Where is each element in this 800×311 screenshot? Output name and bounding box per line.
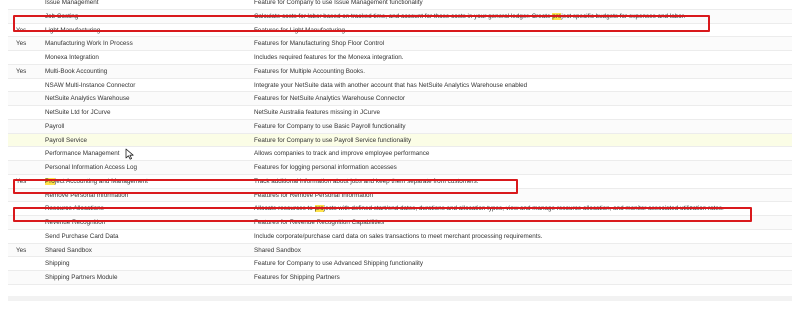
table-row[interactable]: Personal Information Access Log Features…	[8, 161, 792, 175]
feature-description: NetSuite Australia features missing in J…	[254, 109, 380, 116]
feature-description: Calculate costs for labor based on track…	[254, 12, 686, 20]
feature-name: Personal Information Access Log	[45, 164, 138, 171]
feature-description: Features for Multiple Accounting Books.	[254, 67, 365, 75]
horizontal-scrollbar[interactable]	[8, 296, 792, 301]
feature-description: Allocate resources to projects with defi…	[254, 205, 724, 213]
feature-description: Integrate your NetSuite data with anothe…	[254, 81, 528, 89]
table-row[interactable]: Shipping Partners Module Features for Sh…	[8, 271, 792, 285]
feature-name: Payroll Service	[45, 136, 87, 144]
table-row[interactable]: Resource Allocations Allocate resources …	[8, 202, 792, 216]
search-highlight: pro	[552, 12, 562, 20]
feature-name: Issue Management	[45, 0, 99, 6]
enabled-cell: Yes	[16, 40, 27, 48]
search-highlight: pro	[314, 205, 324, 213]
table-row[interactable]: Monexa Integration Includes required fea…	[8, 51, 792, 65]
table-row[interactable]: Yes Shared Sandbox Shared Sandbox	[8, 243, 792, 258]
feature-name: Manufacturing Work In Process	[45, 40, 133, 48]
feature-description: Includes required features for the Monex…	[254, 54, 404, 61]
feature-name: Job Costing	[45, 12, 79, 20]
enabled-cell: Yes	[16, 177, 27, 185]
feature-name: Send Purchase Card Data	[45, 232, 119, 240]
features-table: Issue Management Feature for Company to …	[8, 0, 792, 285]
table-row[interactable]: Remove Personal Information Features for…	[8, 188, 792, 203]
feature-name: Project Accounting and Management	[45, 177, 148, 185]
feature-name: Multi-Book Accounting	[45, 67, 108, 75]
table-row[interactable]: Yes Manufacturing Work In Process Featur…	[8, 37, 792, 51]
table-row[interactable]: Job Costing Calculate costs for labor ba…	[8, 9, 792, 24]
table-row[interactable]: NSAW Multi-Instance Connector Integrate …	[8, 79, 792, 93]
mouse-pointer-icon	[125, 148, 134, 160]
feature-name: Shipping	[45, 260, 70, 268]
feature-name: NetSuite Analytics Warehouse	[45, 95, 130, 103]
table-row[interactable]: Payroll Feature for Company to use Basic…	[8, 119, 792, 134]
feature-description: Features for logging personal informatio…	[254, 164, 397, 171]
table-row[interactable]: Yes Project Accounting and Management Tr…	[8, 175, 792, 189]
feature-description: Features for Revenue Recognition Capabil…	[254, 219, 385, 226]
feature-name: NetSuite Ltd for JCurve	[45, 109, 111, 116]
table-row[interactable]: Issue Management Feature for Company to …	[8, 0, 792, 10]
table-row[interactable]: Yes Multi-Book Accounting Features for M…	[8, 64, 792, 79]
feature-name: Resource Allocations	[45, 205, 104, 213]
feature-description: Feature for Company to use Basic Payroll…	[254, 122, 406, 130]
enabled-cell: Yes	[16, 26, 27, 34]
feature-description: Allows companies to track and improve em…	[254, 150, 430, 158]
feature-description: Features for Remove Personal Information	[254, 191, 373, 199]
feature-description: Features for Manufacturing Shop Floor Co…	[254, 40, 385, 48]
feature-description: Feature for Company to use Issue Managem…	[254, 0, 423, 6]
table-row[interactable]: Yes Light Manufacturing Features for Lig…	[8, 24, 792, 38]
table-row[interactable]: Shipping Feature for Company to use Adva…	[8, 257, 792, 271]
table-row[interactable]: Send Purchase Card Data Include corporat…	[8, 230, 792, 244]
feature-name: Shipping Partners Module	[45, 274, 118, 281]
feature-name: Monexa Integration	[45, 54, 99, 61]
enabled-cell: Yes	[16, 246, 27, 254]
feature-description: Features for Light Manufacturing	[254, 26, 346, 34]
feature-description: Features for NetSuite Analytics Warehous…	[254, 95, 405, 103]
search-highlight: Pro	[45, 177, 55, 185]
feature-description: Track additional information about jobs …	[254, 177, 479, 185]
feature-description: Feature for Company to use Payroll Servi…	[254, 136, 412, 144]
feature-name: Revenue Recognition	[45, 219, 106, 226]
feature-description: Feature for Company to use Advanced Ship…	[254, 260, 424, 268]
feature-description: Include corporate/purchase card data on …	[254, 232, 543, 240]
table-row[interactable]: NetSuite Ltd for JCurve NetSuite Austral…	[8, 106, 792, 120]
table-row[interactable]: NetSuite Analytics Warehouse Features fo…	[8, 92, 792, 106]
feature-description: Features for Shipping Partners	[254, 274, 340, 281]
feature-name: Remove Personal Information	[45, 191, 129, 199]
feature-name: Shared Sandbox	[45, 246, 92, 254]
feature-description: Shared Sandbox	[254, 246, 301, 254]
table-row[interactable]: Revenue Recognition Features for Revenue…	[8, 216, 792, 230]
feature-name: Performance Management	[45, 150, 120, 158]
feature-name: NSAW Multi-Instance Connector	[45, 81, 136, 89]
enabled-cell: Yes	[16, 67, 27, 75]
feature-name: Light Manufacturing	[45, 26, 101, 34]
table-row-hovered[interactable]: Payroll Service Feature for Company to u…	[8, 133, 792, 148]
feature-name: Payroll	[45, 122, 65, 130]
